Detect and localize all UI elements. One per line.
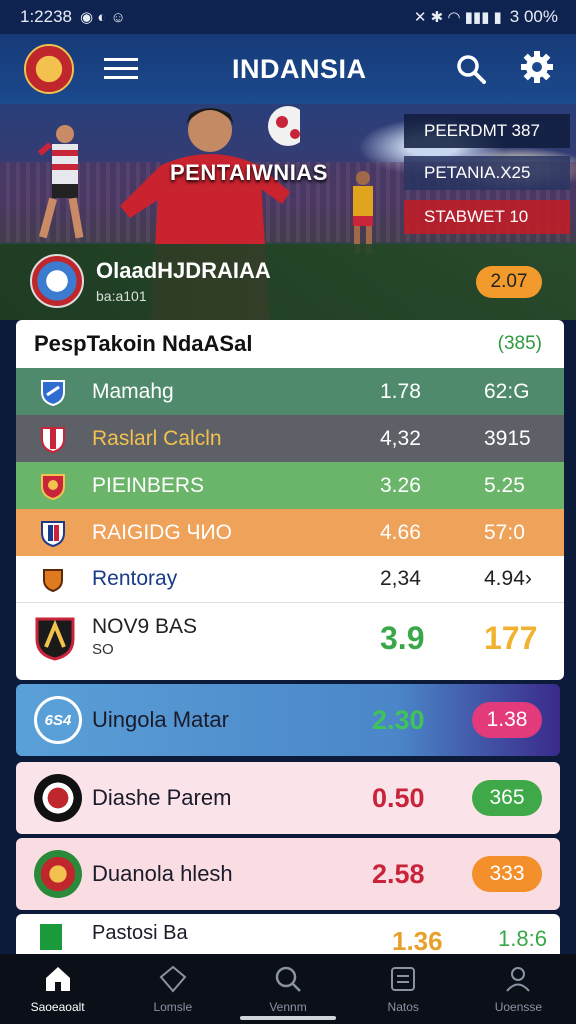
odds-value[interactable]: 0.50 xyxy=(372,783,425,814)
gear-icon[interactable] xyxy=(520,50,554,84)
match-subtitle: ba:a101 xyxy=(96,288,147,304)
hero-info-box[interactable]: PEERDMT 387 xyxy=(404,114,570,148)
odds-pill-button[interactable]: 333 xyxy=(472,856,542,892)
odds-value[interactable]: 62:G xyxy=(484,380,530,404)
match-odds-button[interactable]: 2.07 xyxy=(476,266,542,298)
team-name: NOV9 BAS xyxy=(92,615,198,638)
match-card[interactable]: 6S4 Uingola Matar 2.30 1.38 xyxy=(16,684,560,756)
nav-item-leagues[interactable]: Lomsle xyxy=(115,954,230,1024)
search-icon[interactable] xyxy=(456,54,486,84)
notification-icons: ◉ ◐ ☺ xyxy=(80,9,126,26)
team-name: Pastosi Ba xyxy=(92,922,188,944)
team-badge-icon xyxy=(30,254,84,308)
shield-icon xyxy=(43,569,63,593)
nav-item-notes[interactable]: Natos xyxy=(346,954,461,1024)
odds-pill-button[interactable]: 1.38 xyxy=(472,702,542,738)
bottom-nav: Saoeaoalt Lomsle Vennm Natos Uoensse xyxy=(0,954,576,1024)
team-name: Duanola hlesh xyxy=(92,861,233,886)
odds-table: PespTakoin NdaASal (385) Mamahg 1.78 62:… xyxy=(16,320,564,680)
app-header: INDANSIA xyxy=(0,34,576,104)
home-indicator[interactable] xyxy=(240,1016,336,1020)
featured-match[interactable]: OlaadHJDRAIAA ba:a101 2.07 xyxy=(0,244,576,320)
table-count: (385) xyxy=(497,333,542,354)
odds-value[interactable]: 4,32 xyxy=(380,427,421,451)
table-header: PespTakoin NdaASal (385) xyxy=(16,320,564,368)
odds-value[interactable]: 4.66 xyxy=(380,521,421,545)
table-row[interactable]: NOV9 BAS SO 3.9 177 xyxy=(16,603,564,673)
odds-value[interactable]: 57:0 xyxy=(484,521,525,545)
team-name: RAIGIDG ЧИО xyxy=(92,520,232,544)
odds-value[interactable]: 4.94› xyxy=(484,567,532,591)
crest-icon xyxy=(41,474,65,500)
odds-value[interactable]: 2.58 xyxy=(372,859,425,890)
match-name: OlaadHJDRAIAA xyxy=(96,258,271,283)
table-row[interactable]: Rentoray 2,34 4.94› xyxy=(16,556,564,603)
nav-item-user[interactable]: Uoensse xyxy=(461,954,576,1024)
hero-info-box[interactable]: PETANIA.X25 xyxy=(404,156,570,190)
odds-value[interactable]: 177 xyxy=(484,620,537,657)
team-name: Diashe Parem xyxy=(92,785,232,810)
table-row[interactable]: Raslarl Calcln 4,32 3915 xyxy=(16,415,564,462)
odds-value[interactable]: 5.25 xyxy=(484,474,525,498)
shield-icon xyxy=(159,965,187,993)
shield-icon xyxy=(41,427,65,453)
nav-label: Natos xyxy=(387,1000,419,1014)
user-icon xyxy=(506,967,531,992)
table-row[interactable]: RAIGIDG ЧИО 4.66 57:0 xyxy=(16,509,564,556)
team-badge-icon xyxy=(40,924,62,950)
odds-value[interactable]: 1.36 xyxy=(392,926,443,954)
menu-icon[interactable] xyxy=(104,58,138,80)
match-card[interactable]: Pastosi Ba 1.36 1.8:6 xyxy=(16,914,560,954)
odds-value[interactable]: 1.78 xyxy=(380,380,421,404)
team-badge-icon: 6S4 xyxy=(34,696,82,744)
nav-label: Uoensse xyxy=(494,1000,543,1014)
nav-item-search[interactable]: Vennm xyxy=(230,954,345,1024)
team-badge-icon xyxy=(34,774,82,822)
odds-value[interactable]: 3.26 xyxy=(380,474,421,498)
search-icon xyxy=(275,966,301,992)
odds-value[interactable]: 2,34 xyxy=(380,567,421,591)
notes-icon xyxy=(391,967,416,991)
team-name: Raslarl Calcln xyxy=(92,426,222,450)
table-title: PespTakoin NdaASal xyxy=(34,331,253,356)
team-badge-icon xyxy=(34,850,82,898)
club-logo[interactable] xyxy=(24,44,74,94)
signal-icons: ✕ ✱ ◠ ▮▮▮ ▮ xyxy=(413,9,502,26)
team-name: Uingola Matar xyxy=(92,707,229,732)
status-time: 1:2238 xyxy=(20,7,72,26)
nav-label: Saoeaoalt xyxy=(30,1000,85,1014)
shield-icon xyxy=(41,521,65,547)
status-bar: 1:2238 ◉ ◐ ☺ ✕ ✱ ◠ ▮▮▮ ▮ 3 00% xyxy=(0,0,576,34)
hero-banner-text: PENTAIWNIAS xyxy=(170,160,328,185)
odds-value[interactable]: 3.9 xyxy=(380,620,424,657)
match-card[interactable]: Diashe Parem 0.50 365 xyxy=(16,762,560,834)
odds-value[interactable]: 3915 xyxy=(484,427,531,451)
odds-value[interactable]: 2.30 xyxy=(372,705,425,736)
match-card[interactable]: Duanola hlesh 2.58 333 xyxy=(16,838,560,910)
crest-icon xyxy=(35,617,75,661)
battery-level: 3 00% xyxy=(509,7,558,26)
odds-pill-button[interactable]: 365 xyxy=(472,780,542,816)
table-row[interactable]: PIEINBERS 3.26 5.25 xyxy=(16,462,564,509)
hero-info-box[interactable]: STABWET 10 xyxy=(404,200,570,234)
home-icon xyxy=(45,967,70,991)
nav-label: Vennm xyxy=(269,1000,307,1014)
page-title: INDANSIA xyxy=(232,54,367,84)
team-name: Mamahg xyxy=(92,379,174,403)
team-name: PIEINBERS xyxy=(92,473,205,497)
nav-label: Lomsle xyxy=(153,1000,193,1014)
team-subtitle: SO xyxy=(92,641,114,658)
team-name: Rentoray xyxy=(92,567,178,590)
nav-item-home[interactable]: Saoeaoalt xyxy=(0,954,115,1024)
shield-icon xyxy=(41,380,65,406)
table-row[interactable]: Mamahg 1.78 62:G xyxy=(16,368,564,415)
odds-value[interactable]: 1.8:6 xyxy=(498,926,547,952)
player-figure xyxy=(37,125,84,239)
